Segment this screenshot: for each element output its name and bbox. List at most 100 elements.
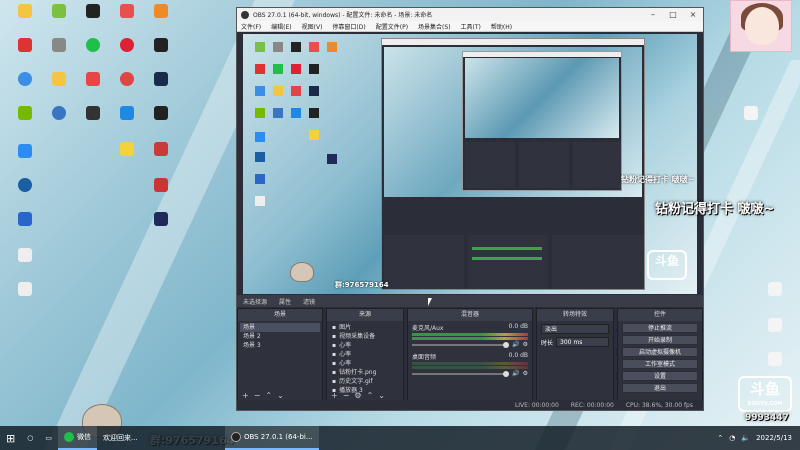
desktop-icon[interactable] bbox=[2, 212, 48, 228]
app-icon bbox=[52, 38, 66, 52]
source-item[interactable]: ▪ 历史文字.gif bbox=[329, 377, 401, 386]
scene-item[interactable]: 场景 bbox=[240, 323, 320, 332]
desktop-icon[interactable] bbox=[138, 72, 184, 88]
window-titlebar[interactable]: OBS 27.0.1 (64-bit, windows) - 配置文件: 未命名… bbox=[237, 8, 703, 21]
menu-file[interactable]: 文件(F) bbox=[241, 22, 261, 31]
sources-dock: 来源 ▪ 图片 ▪ 视频采集设备 ▪ 心率 ▪ 心率 ▪ 心率 ▪ 钻粉打卡.png ▪ 历史… bbox=[326, 308, 404, 401]
menu-profile[interactable]: 配置文件(P) bbox=[376, 22, 408, 31]
source-item[interactable]: ▪ 钻粉打卡.png bbox=[329, 368, 401, 377]
douyu-logo: 斗鱼 DOUYU.COM bbox=[738, 376, 792, 412]
streamer-avatar bbox=[730, 0, 792, 52]
source-item[interactable]: ▪ 心率 bbox=[329, 359, 401, 368]
duration-input[interactable]: 300 ms bbox=[556, 337, 609, 347]
gear-icon[interactable]: ⚙ bbox=[354, 391, 361, 400]
douyu-text: 斗鱼 bbox=[749, 380, 780, 398]
desktop-icon[interactable] bbox=[138, 38, 184, 54]
desktop-icon[interactable] bbox=[138, 178, 184, 194]
app-icon bbox=[120, 142, 134, 156]
taskbar-item-obs[interactable]: OBS 27.0.1 (64-bi... bbox=[224, 426, 319, 450]
mouse-cursor bbox=[428, 298, 432, 306]
desktop-icon[interactable] bbox=[138, 4, 184, 20]
volume-meter bbox=[412, 362, 528, 365]
taskbar-item-wechat[interactable]: 微信 bbox=[57, 426, 97, 450]
menu-help[interactable]: 帮助(H) bbox=[491, 22, 512, 31]
start-virtual-camera-button[interactable]: 启动虚拟摄像机 bbox=[622, 347, 698, 357]
desktop-icon[interactable] bbox=[138, 212, 184, 228]
move-up-button[interactable]: ⌃ bbox=[367, 391, 374, 400]
preview-canvas[interactable]: 钻粉记得打卡 啵啵~ 群:976579164 斗鱼 bbox=[243, 34, 697, 294]
preview-qq-group-text: 群:976579164 bbox=[335, 281, 389, 289]
obs-window[interactable]: OBS 27.0.1 (64-bit, windows) - 配置文件: 未命名… bbox=[236, 7, 704, 411]
volume-slider-knob[interactable] bbox=[503, 341, 510, 348]
exit-button[interactable]: 退出 bbox=[622, 383, 698, 393]
desktop-icon[interactable] bbox=[2, 178, 48, 194]
stop-streaming-button[interactable]: 停止推流 bbox=[622, 323, 698, 333]
settings-button[interactable]: 设置 bbox=[622, 371, 698, 381]
speaker-icon[interactable]: 🔊 bbox=[512, 341, 519, 348]
menu-view[interactable]: 视图(V) bbox=[302, 22, 323, 31]
desktop-icon[interactable] bbox=[2, 248, 48, 264]
obs-logo-icon bbox=[241, 10, 249, 19]
desktop-icon[interactable] bbox=[2, 282, 48, 298]
desktop-file-icon[interactable] bbox=[752, 282, 798, 298]
desktop-icon[interactable] bbox=[138, 142, 184, 158]
task-view-button[interactable]: ▭ bbox=[39, 426, 58, 450]
scene-item[interactable]: 场景 2 bbox=[240, 332, 320, 341]
volume-slider[interactable] bbox=[412, 341, 510, 348]
taskbar-item-welcome[interactable]: 欢迎回来... bbox=[97, 426, 225, 450]
gear-icon[interactable]: ⚙ bbox=[523, 341, 528, 348]
move-down-button[interactable]: ⌄ bbox=[378, 391, 385, 400]
add-source-button[interactable]: + bbox=[331, 391, 338, 400]
file-icon bbox=[768, 352, 782, 366]
room-id-text: 9993447 bbox=[745, 413, 789, 423]
source-info-bar: 未选择源 属性 滤镜 bbox=[237, 295, 703, 307]
desktop-file-icon[interactable] bbox=[752, 352, 798, 368]
remove-source-button[interactable]: − bbox=[343, 391, 350, 400]
menu-edit[interactable]: 编辑(E) bbox=[271, 22, 291, 31]
move-down-button[interactable]: ⌄ bbox=[277, 391, 284, 400]
app-icon bbox=[86, 106, 100, 120]
app-icon bbox=[154, 212, 168, 226]
scenes-dock-footer: + − ⌃ ⌄ bbox=[238, 390, 322, 400]
volume-icon[interactable]: 🔈 bbox=[741, 434, 750, 442]
start-recording-button[interactable]: 开始录制 bbox=[622, 335, 698, 345]
source-item[interactable]: ▪ 心率 bbox=[329, 350, 401, 359]
menu-tools[interactable]: 工具(T) bbox=[461, 22, 481, 31]
network-icon[interactable]: ◔ bbox=[729, 434, 735, 442]
gear-icon[interactable]: ⚙ bbox=[523, 370, 528, 377]
close-button[interactable]: × bbox=[683, 10, 703, 19]
properties-button[interactable]: 属性 bbox=[279, 297, 291, 306]
desktop-icon[interactable] bbox=[2, 144, 48, 160]
minimize-button[interactable]: – bbox=[643, 10, 663, 19]
add-scene-button[interactable]: + bbox=[242, 391, 249, 400]
source-item[interactable]: ▪ 图片 bbox=[329, 323, 401, 332]
start-button[interactable]: ⊞ bbox=[0, 426, 21, 450]
filters-button[interactable]: 滤镜 bbox=[303, 297, 315, 306]
sources-list: ▪ 图片 ▪ 视频采集设备 ▪ 心率 ▪ 心率 ▪ 心率 ▪ 钻粉打卡.png ▪ 历史文字.… bbox=[327, 321, 403, 397]
maximize-button[interactable]: □ bbox=[663, 10, 683, 19]
volume-slider-knob[interactable] bbox=[503, 370, 510, 377]
app-icon bbox=[86, 4, 100, 18]
speaker-icon[interactable]: 🔊 bbox=[512, 370, 519, 377]
studio-mode-button[interactable]: 工作室模式 bbox=[622, 359, 698, 369]
menu-scene-collection[interactable]: 场景集合(S) bbox=[418, 22, 451, 31]
move-up-button[interactable]: ⌃ bbox=[265, 391, 272, 400]
source-item[interactable]: ▪ 心率 bbox=[329, 341, 401, 350]
tray-icon[interactable]: ⌃ bbox=[717, 434, 723, 442]
menu-docks[interactable]: 停靠窗口(D) bbox=[332, 22, 365, 31]
obs-icon bbox=[230, 432, 241, 442]
desktop-file-icon[interactable] bbox=[728, 106, 774, 122]
file-icon bbox=[768, 282, 782, 296]
search-button[interactable]: ○ bbox=[21, 426, 39, 450]
sources-dock-title: 来源 bbox=[327, 309, 403, 321]
desktop-file-icon[interactable] bbox=[752, 318, 798, 334]
source-item[interactable]: ▪ 视频采集设备 bbox=[329, 332, 401, 341]
window-title: OBS 27.0.1 (64-bit, windows) - 配置文件: 未命名… bbox=[253, 12, 433, 19]
volume-slider[interactable] bbox=[412, 370, 510, 377]
clock-date[interactable]: 2022/5/13 bbox=[756, 434, 792, 442]
transition-select[interactable]: 淡出 bbox=[541, 324, 609, 334]
scene-item[interactable]: 场景 3 bbox=[240, 341, 320, 350]
desktop-icon[interactable] bbox=[138, 106, 184, 122]
cpu-status: CPU: 38.6%, 30.00 fps bbox=[625, 401, 693, 409]
remove-scene-button[interactable]: − bbox=[254, 391, 261, 400]
